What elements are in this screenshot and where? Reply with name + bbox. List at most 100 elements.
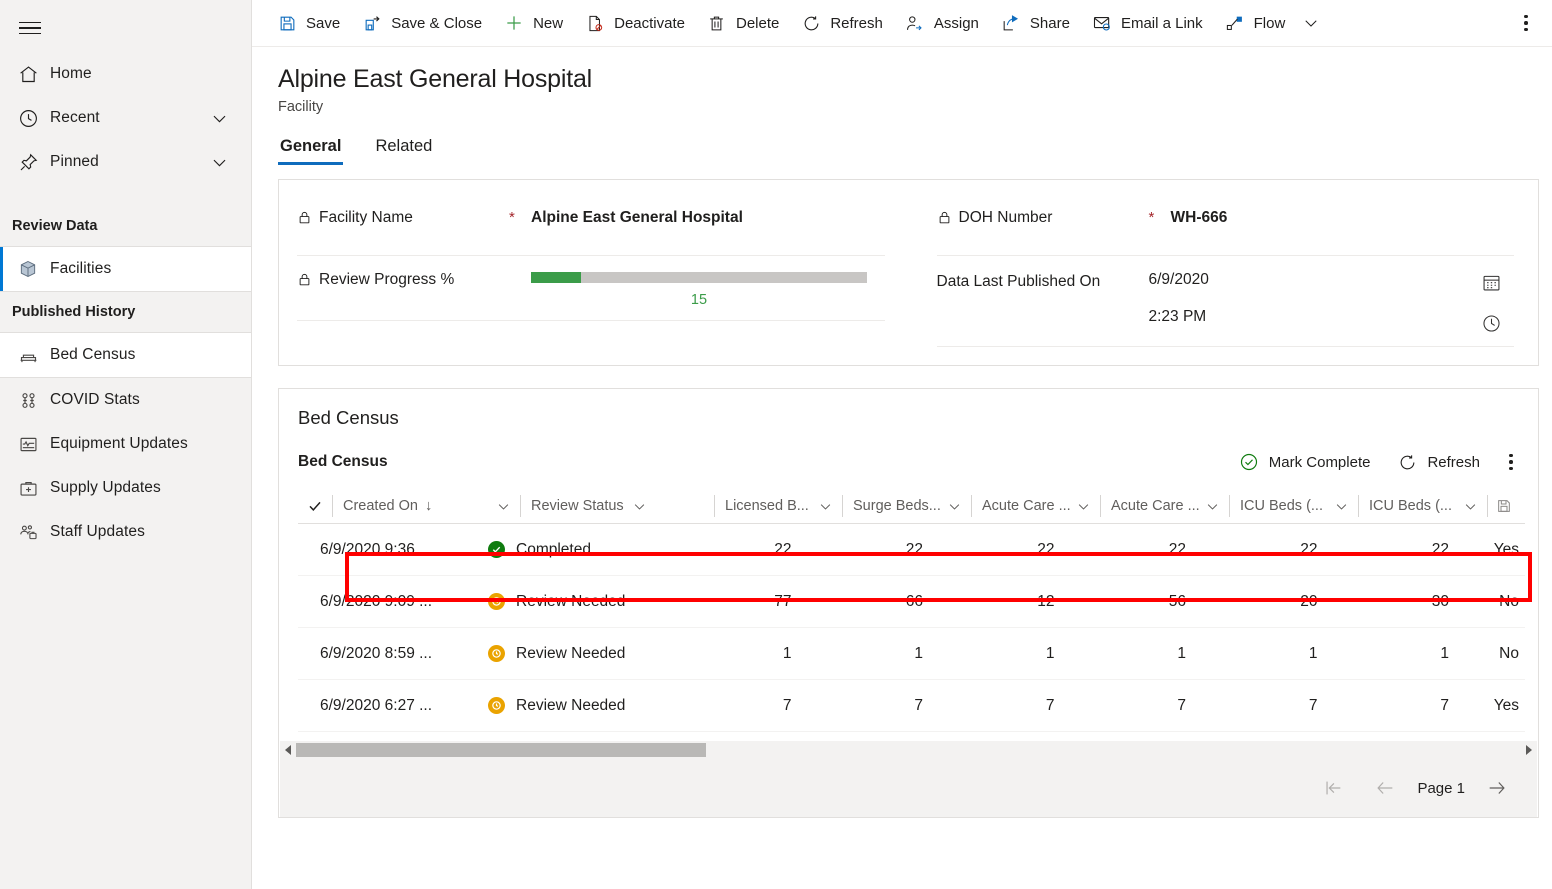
subgrid-section-title: Bed Census bbox=[279, 389, 1538, 429]
subgrid-more-button[interactable] bbox=[1494, 445, 1528, 479]
table-row[interactable]: 6/9/2020 9:36 ... Completed 22 22 22 22 … bbox=[298, 524, 1525, 576]
column-header-licensed-beds[interactable]: Licensed B... bbox=[714, 489, 842, 523]
save-button[interactable]: Save bbox=[266, 1, 351, 45]
chevron-down-icon[interactable] bbox=[496, 499, 520, 514]
deactivate-button[interactable]: Deactivate bbox=[574, 1, 696, 45]
table-row[interactable]: 6/9/2020 9:09 ... Review Needed 77 66 12… bbox=[298, 576, 1525, 628]
hamburger-icon[interactable] bbox=[6, 4, 54, 52]
share-button[interactable]: Share bbox=[990, 1, 1081, 45]
grid-horizontal-scrollbar[interactable] bbox=[280, 741, 1537, 759]
flow-chevron-down-icon[interactable] bbox=[1296, 14, 1326, 32]
command-label: Assign bbox=[934, 15, 979, 32]
page-next-button[interactable] bbox=[1471, 768, 1523, 808]
doh-number-value[interactable]: WH-666 bbox=[1171, 208, 1228, 227]
new-button[interactable]: New bbox=[493, 1, 574, 45]
refresh-icon bbox=[1398, 453, 1417, 472]
column-header-surge-beds[interactable]: Surge Beds... bbox=[842, 489, 971, 523]
chevron-down-icon[interactable] bbox=[210, 153, 229, 172]
sidebar-item-home[interactable]: Home bbox=[0, 52, 251, 96]
chevron-down-icon[interactable] bbox=[1463, 499, 1487, 514]
sidebar-item-pinned[interactable]: Pinned bbox=[0, 140, 251, 184]
form-column-left: Facility Name * Alpine East General Hosp… bbox=[279, 180, 909, 365]
sidebar-group-published-history: Published History bbox=[0, 292, 251, 332]
chevron-down-icon[interactable] bbox=[1076, 499, 1100, 514]
field-label: DOH Number bbox=[937, 208, 1149, 228]
column-header-created-on[interactable]: Created On ↓ bbox=[332, 489, 520, 523]
chevron-down-icon[interactable] bbox=[632, 499, 647, 514]
flow-button[interactable]: Flow bbox=[1214, 1, 1297, 45]
published-date-value[interactable]: 6/9/2020 bbox=[1149, 270, 1469, 290]
column-header-acute-care-2[interactable]: Acute Care ... bbox=[1100, 489, 1229, 523]
refresh-button[interactable]: Refresh bbox=[790, 1, 894, 45]
column-header-icu-beds-1[interactable]: ICU Beds (... bbox=[1229, 489, 1358, 523]
page-prev-button[interactable] bbox=[1359, 768, 1411, 808]
facility-name-value[interactable]: Alpine East General Hospital bbox=[531, 208, 743, 227]
sidebar-item-label: Supply Updates bbox=[50, 479, 161, 497]
sidebar-item-label: Staff Updates bbox=[50, 523, 145, 541]
save-column-icon[interactable] bbox=[1487, 489, 1521, 523]
sidebar-item-recent[interactable]: Recent bbox=[0, 96, 251, 140]
scrollbar-track[interactable] bbox=[296, 742, 1521, 758]
field-label-text: Data Last Published On bbox=[937, 270, 1149, 294]
sidebar-item-bed-census[interactable]: Bed Census bbox=[0, 333, 251, 377]
review-progress-bar: 15 bbox=[531, 270, 885, 308]
cell-icu-beds-1: 20 bbox=[1210, 576, 1342, 627]
sidebar-item-equipment-updates[interactable]: Equipment Updates bbox=[0, 422, 251, 466]
command-label: Save bbox=[306, 15, 340, 32]
status-pending-icon bbox=[488, 697, 505, 714]
sidebar-item-label: Home bbox=[50, 65, 92, 83]
delete-button[interactable]: Delete bbox=[696, 1, 790, 45]
sidebar-item-covid-stats[interactable]: COVID Stats bbox=[0, 378, 251, 422]
select-all-checkbox[interactable] bbox=[298, 489, 332, 523]
mark-complete-button[interactable]: Mark Complete bbox=[1225, 445, 1385, 479]
column-header-review-status[interactable]: Review Status bbox=[520, 489, 714, 523]
form-tabs: General Related bbox=[278, 137, 1552, 165]
scrollbar-thumb[interactable] bbox=[296, 743, 706, 757]
action-label: Mark Complete bbox=[1269, 454, 1371, 471]
sidebar-item-supply-updates[interactable]: Supply Updates bbox=[0, 466, 251, 510]
table-row[interactable]: 6/9/2020 8:59 ... Review Needed 1 1 1 1 … bbox=[298, 628, 1525, 680]
cell-licensed-beds: 77 bbox=[684, 576, 816, 627]
column-header-icu-beds-2[interactable]: ICU Beds (... bbox=[1358, 489, 1487, 523]
chevron-down-icon[interactable] bbox=[210, 109, 229, 128]
table-row[interactable]: 6/9/2020 6:27 ... Review Needed 7 7 7 7 … bbox=[298, 680, 1525, 732]
sidebar-item-staff-updates[interactable]: Staff Updates bbox=[0, 510, 251, 554]
command-label: Refresh bbox=[830, 15, 883, 32]
refresh-icon bbox=[801, 13, 821, 33]
column-label: ICU Beds (... bbox=[1369, 498, 1452, 514]
chevron-down-icon[interactable] bbox=[947, 499, 971, 514]
cell-review-status: Review Needed bbox=[488, 576, 684, 627]
email-a-link-button[interactable]: Email a Link bbox=[1081, 1, 1214, 45]
column-header-acute-care-1[interactable]: Acute Care ... bbox=[971, 489, 1100, 523]
column-label: Created On bbox=[343, 498, 418, 514]
chevron-down-icon[interactable] bbox=[818, 499, 842, 514]
command-label: Delete bbox=[736, 15, 779, 32]
cell-surge-beds: 1 bbox=[816, 628, 948, 679]
cell-surge-beds: 7 bbox=[816, 680, 948, 731]
column-label: Review Status bbox=[531, 498, 624, 514]
clock-icon[interactable] bbox=[1481, 313, 1502, 334]
save-and-close-button[interactable]: Save & Close bbox=[351, 1, 493, 45]
action-label: Refresh bbox=[1427, 454, 1480, 471]
chevron-down-icon[interactable] bbox=[1205, 499, 1229, 514]
datetime-icons bbox=[1468, 270, 1514, 334]
scroll-right-arrow[interactable] bbox=[1521, 745, 1537, 755]
lock-icon bbox=[297, 272, 312, 287]
published-time-value[interactable]: 2:23 PM bbox=[1149, 307, 1469, 327]
assign-button[interactable]: Assign bbox=[894, 1, 990, 45]
chevron-down-icon[interactable] bbox=[1334, 499, 1358, 514]
sidebar-item-facilities[interactable]: Facilities bbox=[0, 247, 251, 291]
status-label: Completed bbox=[516, 541, 591, 559]
sidebar-item-label: COVID Stats bbox=[50, 391, 140, 409]
status-completed-icon bbox=[488, 541, 505, 558]
tab-general[interactable]: General bbox=[278, 137, 343, 165]
subgrid-refresh-button[interactable]: Refresh bbox=[1384, 445, 1494, 479]
save-icon bbox=[277, 13, 297, 33]
cell-acute-care-2: 56 bbox=[1079, 576, 1211, 627]
page-first-button[interactable] bbox=[1307, 768, 1359, 808]
sidebar-item-label: Pinned bbox=[50, 153, 99, 171]
scroll-left-arrow[interactable] bbox=[280, 745, 296, 755]
calendar-icon[interactable] bbox=[1481, 272, 1502, 293]
command-bar-overflow-button[interactable] bbox=[1506, 1, 1546, 45]
tab-related[interactable]: Related bbox=[373, 137, 434, 165]
